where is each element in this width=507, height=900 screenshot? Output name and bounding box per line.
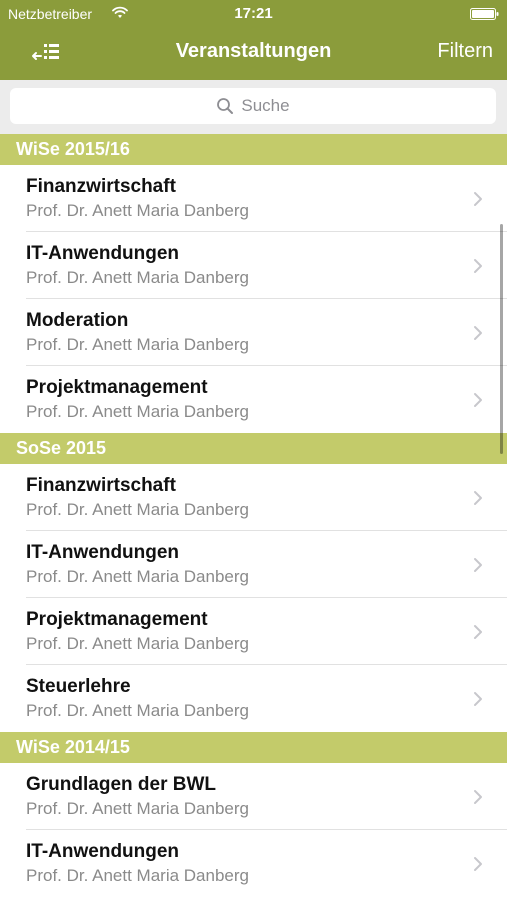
course-lecturer: Prof. Dr. Anett Maria Danberg: [26, 201, 249, 220]
course-lecturer: Prof. Dr. Anett Maria Danberg: [26, 866, 249, 885]
course-row[interactable]: Finanzwirtschaft Prof. Dr. Anett Maria Da…: [0, 165, 507, 232]
chevron-right-icon: [474, 259, 482, 273]
course-title: Moderation: [26, 310, 129, 331]
course-title: Projektmanagement: [26, 377, 208, 398]
course-row[interactable]: Grundlagen der BWL Prof. Dr. Anett Maria …: [0, 763, 507, 830]
course-row[interactable]: Steuerlehre Prof. Dr. Anett Maria Danberg: [0, 665, 507, 732]
course-title: IT-Anwendungen: [26, 542, 180, 563]
course-lecturer: Prof. Dr. Anett Maria Danberg: [26, 634, 249, 653]
status-bar: Netzbetreiber 17:21: [0, 0, 507, 28]
page-title: Veranstaltungen: [175, 40, 332, 62]
chevron-right-icon: [474, 692, 482, 706]
chevron-right-icon: [474, 491, 482, 505]
chevron-right-icon: [474, 326, 482, 340]
course-row[interactable]: IT-Anwendungen Prof. Dr. Anett Maria Danb…: [0, 531, 507, 598]
chevron-right-icon: [474, 857, 482, 871]
course-lecturer: Prof. Dr. Anett Maria Danberg: [26, 567, 249, 586]
chevron-right-icon: [474, 393, 482, 407]
course-list-content: WiSe 2015/16 Finanzwirtschaft Prof. Dr. An…: [0, 134, 507, 897]
course-title: Grundlagen der BWL: [26, 774, 216, 795]
battery-icon: [470, 8, 499, 20]
course-lecturer: Prof. Dr. Anett Maria Danberg: [26, 268, 249, 287]
course-row[interactable]: IT-Anwendungen Prof. Dr. Anett Maria Danb…: [0, 830, 507, 897]
course-row[interactable]: Finanzwirtschaft Prof. Dr. Anett Maria Da…: [0, 464, 507, 531]
status-time: 17:21: [234, 5, 273, 22]
section-header: WiSe 2014/15: [0, 732, 507, 763]
course-title: Finanzwirtschaft: [26, 176, 176, 197]
filter-button[interactable]: Filtern: [437, 40, 493, 63]
course-title: Projektmanagement: [26, 609, 208, 630]
course-row[interactable]: Projektmanagement Prof. Dr. Anett Maria D…: [0, 366, 507, 433]
course-title: Steuerlehre: [26, 676, 131, 697]
course-title: Finanzwirtschaft: [26, 475, 176, 496]
course-lecturer: Prof. Dr. Anett Maria Danberg: [26, 799, 249, 818]
course-lecturer: Prof. Dr. Anett Maria Danberg: [26, 500, 249, 519]
search-icon: [217, 98, 234, 114]
navigation-bar: Veranstaltungen Filtern: [0, 28, 507, 80]
course-title: IT-Anwendungen: [26, 841, 180, 862]
scroll-indicator[interactable]: [500, 224, 503, 454]
top-bar: Netzbetreiber 17:21 Veranstaltungen Filt…: [0, 0, 507, 80]
section-header: SoSe 2015: [0, 433, 507, 464]
chevron-right-icon: [474, 558, 482, 572]
search-input[interactable]: Suche: [10, 88, 496, 124]
chevron-right-icon: [474, 625, 482, 639]
chevron-right-icon: [474, 192, 482, 206]
section-header: WiSe 2015/16: [0, 134, 507, 165]
course-lecturer: Prof. Dr. Anett Maria Danberg: [26, 335, 249, 354]
chevron-right-icon: [474, 790, 482, 804]
course-row[interactable]: IT-Anwendungen Prof. Dr. Anett Maria Danb…: [0, 232, 507, 299]
course-title: IT-Anwendungen: [26, 243, 180, 264]
search-bar: Suche: [0, 80, 507, 134]
course-list[interactable]: WiSe 2015/16 Finanzwirtschaft Prof. Dr. An…: [0, 134, 507, 900]
search-placeholder: Suche: [241, 96, 290, 115]
course-row[interactable]: Moderation Prof. Dr. Anett Maria Danberg: [0, 299, 507, 366]
course-lecturer: Prof. Dr. Anett Maria Danberg: [26, 701, 249, 720]
course-lecturer: Prof. Dr. Anett Maria Danberg: [26, 402, 249, 421]
course-row[interactable]: Projektmanagement Prof. Dr. Anett Maria D…: [0, 598, 507, 665]
